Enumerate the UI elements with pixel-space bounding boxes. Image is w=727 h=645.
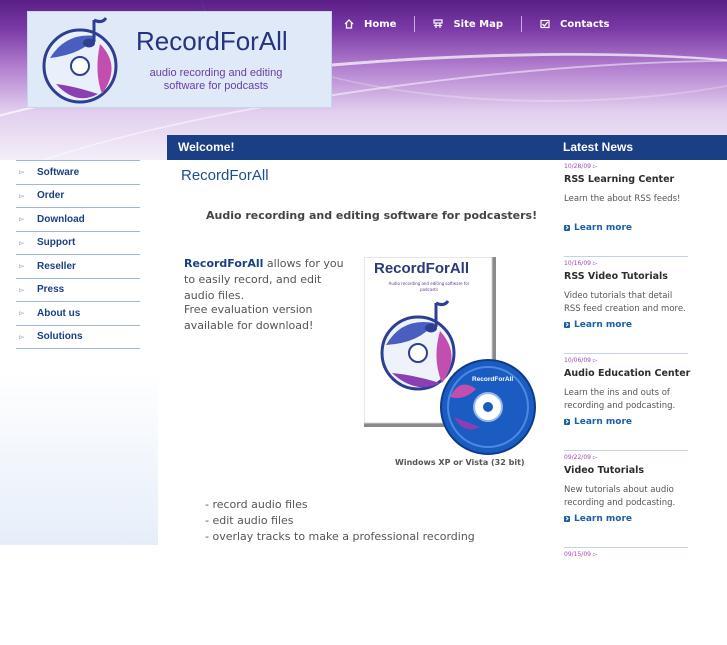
main-content: RecordForAll Audio recording and editing… (167, 160, 558, 545)
sidebar-item-label: About us (37, 307, 81, 319)
product-cd-title: RecordForAll (472, 376, 513, 383)
welcome-title: Welcome! (178, 140, 235, 154)
nav-home[interactable]: Home (338, 19, 414, 30)
arrow-right-icon (564, 322, 570, 328)
news-title[interactable]: RSS Video Tutorials (564, 271, 668, 282)
page-subtitle: Audio recording and editing software for… (206, 209, 538, 222)
nav-divider (520, 16, 522, 32)
nav-home-label: Home (364, 18, 397, 30)
bullet-icon: ▻ (19, 168, 25, 177)
intro-text: RecordForAll allows for you to easily re… (184, 256, 354, 304)
sidebar-item-label: Support (37, 237, 76, 249)
learn-more-label: Learn more (574, 320, 632, 330)
sidebar-item-software[interactable]: ▻ Software (16, 160, 140, 184)
bullet-icon: ▻ (19, 215, 25, 224)
sidebar-menu: ▻ Software ▻ Order ▻ Download ▻ Support ▻ Res… (16, 160, 140, 349)
bullet-icon: ▻ (19, 309, 25, 318)
nav-contacts[interactable]: Contacts (534, 19, 628, 30)
nav-site-map-label: Site Map (453, 18, 503, 30)
news-date: 09/15/09 ▻ (564, 551, 598, 558)
news-body: Video tutorials that detail RSS feed cre… (564, 291, 686, 314)
logo-cd-icon (42, 17, 118, 104)
news-column: 10/28/09 ▻ RSS Learning Center Learn the… (564, 160, 690, 645)
product-box-title: RecordForAll (374, 260, 469, 277)
bullet-icon: ▻ (19, 332, 25, 341)
bullet-icon: ▻ (19, 285, 25, 294)
news-item: 10/06/09 ▻ Audio Education Center Learn … (564, 354, 690, 451)
news-title[interactable]: Video Tutorials (564, 465, 644, 476)
sidebar-item-label: Reseller (37, 260, 76, 272)
nav-divider (414, 16, 416, 32)
sidebar-item-reseller[interactable]: ▻ Reseller (16, 254, 140, 278)
learn-more-link[interactable]: Learn more (564, 417, 632, 427)
welcome-bar: Welcome! (167, 135, 558, 160)
sidebar-item-label: Software (37, 166, 80, 178)
intro-brand-link[interactable]: RecordForAll (184, 257, 263, 270)
news-bar-title: Latest News (563, 140, 634, 154)
news-body: Learn the ins and outs of recording and … (564, 388, 676, 411)
news-date: 10/28/09 ▻ (564, 163, 598, 170)
learn-more-link[interactable]: Learn more (564, 223, 632, 233)
bullet-icon: ▻ (19, 262, 25, 271)
news-bar: Latest News (558, 135, 727, 160)
arrow-right-icon (564, 516, 570, 522)
list-item: - record audio files (205, 498, 308, 511)
os-caption: Windows XP or Vista (32 bit) (395, 458, 525, 467)
sidebar-item-download[interactable]: ▻ Download (16, 207, 140, 231)
logo-title: RecordForAll (136, 26, 288, 56)
sidebar-item-label: Solutions (37, 331, 83, 343)
page-title: RecordForAll (181, 167, 269, 184)
sidebar-item-label: Press (37, 284, 65, 296)
sidebar-item-order[interactable]: ▻ Order (16, 183, 140, 208)
news-body: Learn the about RSS feeds! (564, 194, 681, 204)
learn-more-link[interactable]: Learn more (564, 320, 632, 330)
home-icon (344, 19, 354, 29)
list-item: - edit audio files (205, 514, 294, 527)
logo[interactable]: RecordForAll audio recording and editing… (27, 11, 332, 108)
cd-disc-icon: RecordForAll (440, 359, 536, 455)
arrow-right-icon (564, 225, 570, 231)
free-evaluation-text: Free evaluation version available for do… (184, 303, 314, 332)
sidebar-item-solutions[interactable]: ▻ Solutions (16, 324, 140, 349)
learn-more-label: Learn more (574, 514, 632, 524)
news-body: New tutorials about audio recording and … (564, 485, 676, 508)
news-item: 10/28/09 ▻ RSS Learning Center Learn the… (564, 160, 688, 257)
bullet-icon: ▻ (19, 191, 25, 200)
news-item: 09/22/09 ▻ Video Tutorials New tutorials… (564, 451, 688, 548)
learn-more-link[interactable]: Learn more (564, 514, 632, 524)
news-item: 10/16/09 ▻ RSS Video Tutorials Video tut… (564, 257, 688, 354)
nav-site-map[interactable]: Site Map (427, 19, 521, 30)
nav-contacts-label: Contacts (559, 18, 610, 30)
sidebar-item-label: Order (37, 190, 65, 202)
news-title[interactable]: Audio Education Center (564, 368, 690, 379)
learn-more-label: Learn more (574, 417, 632, 427)
news-date: 10/16/09 ▻ (564, 260, 598, 267)
news-date: 10/06/09 ▻ (564, 357, 598, 364)
feature-list: - record audio files - edit audio files … (205, 497, 475, 545)
top-navigation: Home Site Map Contacts (338, 15, 628, 33)
sidebar-item-about-us[interactable]: ▻ About us (16, 301, 140, 325)
sitemap-icon (433, 19, 444, 28)
sidebar-item-press[interactable]: ▻ Press (16, 277, 140, 302)
logo-tagline: audio recording and editing software for… (149, 67, 283, 92)
sidebar-item-label: Download (37, 213, 85, 225)
news-title[interactable]: RSS Learning Center (564, 174, 674, 185)
list-item: - overlay tracks to make a professional … (205, 530, 475, 543)
mail-icon (540, 19, 550, 29)
learn-more-label: Learn more (574, 223, 632, 233)
arrow-right-icon (564, 419, 570, 425)
news-item: 09/15/09 ▻ (564, 548, 688, 645)
product-box-tagline: Audio recording and editing software for… (388, 281, 470, 292)
bullet-icon: ▻ (19, 238, 25, 247)
sidebar-item-support[interactable]: ▻ Support (16, 230, 140, 255)
news-date: 09/22/09 ▻ (564, 454, 598, 461)
product-box-image[interactable]: RecordForAll Audio recording and editing… (364, 257, 554, 457)
